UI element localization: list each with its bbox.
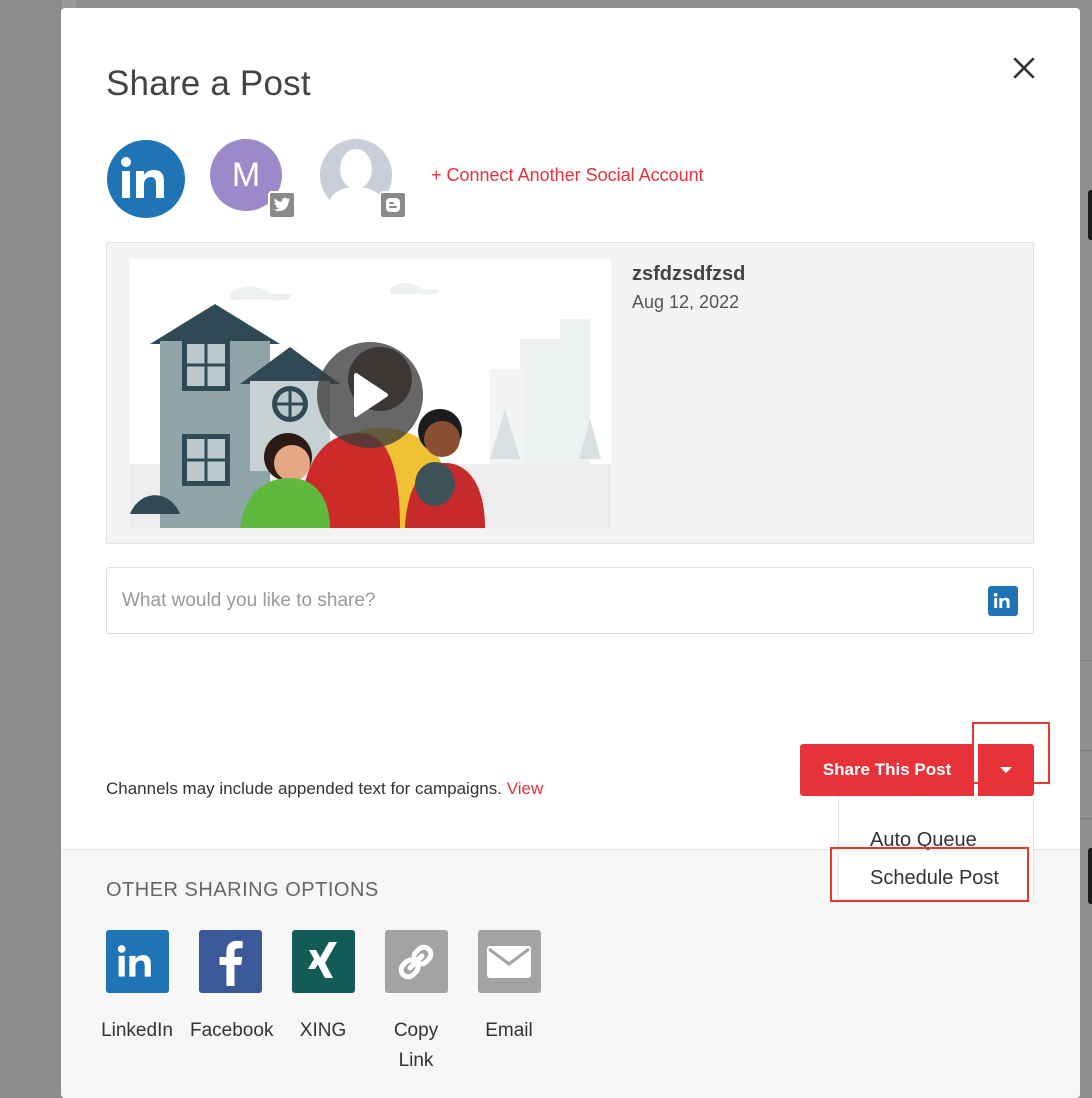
view-campaign-link[interactable]: View [507,779,544,798]
linkedin-account-avatar[interactable] [107,140,185,218]
share-option-label: Email [485,1020,533,1041]
email-option[interactable]: Email [469,930,549,1046]
background-divider [1080,660,1092,661]
share-option-label: Copy Link [393,1020,439,1071]
video-thumbnail[interactable] [130,259,611,528]
share-option-label: XING [299,1020,347,1041]
linkedin-icon [121,157,164,198]
post-title: zsfdzsdfzsd [632,263,746,285]
close-button[interactable] [1006,50,1042,86]
share-message-box [106,567,1034,634]
linkedin-icon [105,930,169,993]
facebook-icon [198,930,262,993]
other-sharing-title: OTHER SHARING OPTIONS [106,879,379,901]
close-icon [1013,57,1035,79]
twitter-icon [273,197,291,212]
blogger-badge [379,191,407,219]
connect-account-link[interactable]: + Connect Another Social Account [431,165,704,186]
share-message-input[interactable] [122,586,962,616]
xing-icon [291,930,355,993]
background-page-right [1080,0,1092,1098]
link-icon [384,930,448,993]
share-post-modal: Share a Post M + Connect Another Social … [61,8,1080,1098]
post-date: Aug 12, 2022 [632,292,740,312]
twitter-badge [268,191,296,219]
copy-link-option[interactable]: Copy Link [376,930,456,1076]
background-strip [62,0,76,8]
share-xing-option[interactable]: XING [283,930,363,1046]
share-facebook-option[interactable]: Facebook [190,930,274,1046]
blogger-icon [386,198,400,212]
share-option-label: Facebook [190,1020,274,1041]
share-linkedin-option[interactable]: LinkedIn [97,930,177,1046]
linkedin-channel-indicator [988,586,1018,616]
share-this-post-button[interactable]: Share This Post [800,744,974,796]
background-divider [1080,750,1092,751]
campaign-note-text: Channels may include appended text for c… [106,779,502,798]
background-divider [1080,818,1092,819]
campaign-note: Channels may include appended text for c… [106,779,543,799]
post-preview: zsfdzsdfzsd Aug 12, 2022 [106,242,1034,544]
email-icon [477,930,541,993]
share-option-label: LinkedIn [101,1020,173,1041]
modal-title: Share a Post [106,64,311,103]
background-mark [1088,848,1092,904]
account-initial: M [231,155,261,194]
background-mark [1088,190,1092,240]
highlight-box [830,847,1029,902]
play-button[interactable] [317,342,423,448]
play-icon [354,373,388,417]
highlight-box [972,722,1050,784]
linkedin-icon [993,592,1010,608]
background-page-left [0,0,62,1098]
